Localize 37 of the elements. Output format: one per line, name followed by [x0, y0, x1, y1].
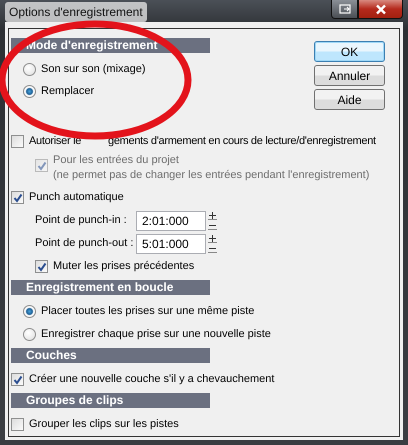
radio-button[interactable]: [23, 328, 36, 341]
radio-label: Remplacer: [41, 84, 94, 99]
radio-label: Placer toutes les prises sur une même piste: [41, 304, 254, 320]
time-field[interactable]: 5:01:000: [136, 234, 206, 254]
checkbox-label: Grouper les clips sur les pistes: [29, 417, 179, 432]
snap-button[interactable]: [331, 0, 358, 19]
radio-label: Enregistrer chaque prise sur une nouvelle piste: [41, 327, 271, 342]
field-label: Point de punch-out :: [35, 236, 134, 252]
checkbox-note: (ne permet pas de changer les entrées pendant l'enregistrement): [53, 169, 370, 181]
checkbox[interactable]: [11, 191, 24, 204]
field-label: Point de punch-in :: [35, 213, 128, 228]
close-button[interactable]: [358, 0, 403, 19]
time-field[interactable]: 2:01:000: [136, 210, 206, 230]
window-title: Options d'enregistrement: [5, 2, 147, 22]
radio-button[interactable]: [23, 305, 36, 318]
dialog-button[interactable]: OK: [314, 41, 385, 62]
snap-icon: [338, 4, 350, 14]
radio-button[interactable]: [23, 62, 36, 76]
radio-button[interactable]: [23, 84, 36, 98]
section-header: Enregistrement en boucle: [11, 280, 210, 295]
section-header: Groupes de clips: [11, 393, 210, 408]
checkbox-label: Créer une nouvelle couche s'il y a chevauchement: [29, 372, 274, 388]
checkbox[interactable]: [35, 260, 48, 273]
close-icon: [374, 4, 386, 14]
increment-button[interactable]: [208, 211, 217, 220]
checkbox-label: Muter les prises précédentes: [53, 259, 194, 274]
radio-label: Son sur son (mixage): [41, 62, 146, 77]
checkbox-label: Punch automatique: [29, 190, 124, 206]
section-header: Couches: [11, 348, 210, 363]
checkbox[interactable]: [11, 373, 24, 386]
dialog-button[interactable]: Aide: [314, 89, 385, 110]
checkbox-label: gements d'armement en cours de lecture/d'enregistrement: [108, 134, 376, 150]
increment-button[interactable]: [208, 234, 217, 243]
checkbox[interactable]: [11, 418, 24, 431]
checkbox-label: Pour les entrées du projet: [53, 154, 179, 166]
checkbox[interactable]: [11, 135, 24, 148]
dialog-button[interactable]: Annuler: [314, 65, 385, 86]
